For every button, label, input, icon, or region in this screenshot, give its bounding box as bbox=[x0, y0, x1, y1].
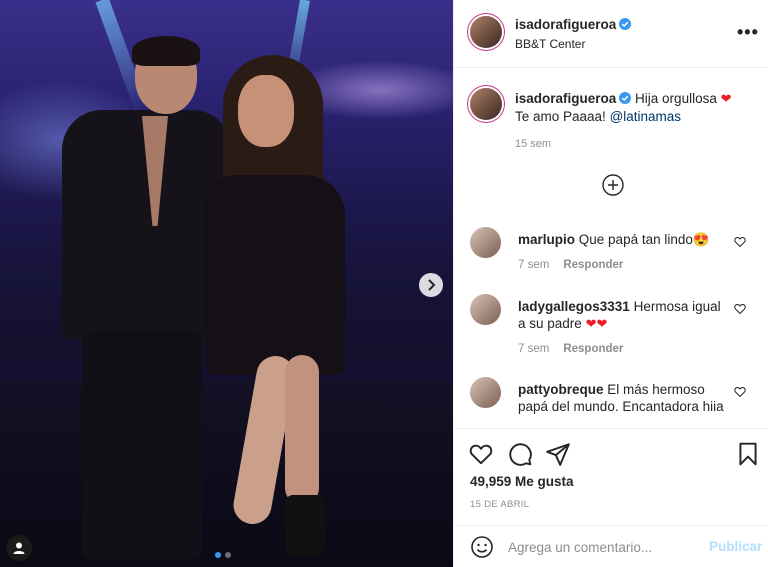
avatar[interactable] bbox=[470, 294, 501, 325]
avatar[interactable] bbox=[470, 377, 501, 408]
carousel-dots bbox=[215, 552, 231, 558]
comment-meta: 7 sem Responder bbox=[518, 259, 637, 271]
header-username[interactable]: isadorafigueroa bbox=[515, 17, 632, 32]
emoji-icon[interactable] bbox=[470, 535, 494, 559]
comment-text: marlupio Que papá tan lindo😍 bbox=[518, 231, 728, 248]
like-comment-icon[interactable] bbox=[734, 303, 746, 315]
comment-body: Que papá tan lindo bbox=[578, 232, 693, 247]
comment-username[interactable]: pattyobreque bbox=[518, 382, 604, 397]
reply-button[interactable]: Responder bbox=[563, 343, 623, 355]
caption-body: Hija orgullosa bbox=[635, 91, 717, 106]
user-tag-icon bbox=[13, 542, 25, 554]
caption-time[interactable]: 15 sem bbox=[515, 138, 551, 150]
post-date[interactable]: 15 DE ABRIL bbox=[470, 499, 529, 510]
comment-text: pattyobreque El más hermoso papá del mun… bbox=[518, 381, 728, 415]
heart-emoji: ❤ bbox=[720, 91, 732, 106]
comment-time[interactable]: 7 sem bbox=[518, 259, 549, 271]
carousel-dot bbox=[215, 552, 221, 558]
post-actions: 49,959 Me gusta 15 DE ABRIL Publicar bbox=[454, 428, 768, 567]
carousel-dot bbox=[225, 552, 231, 558]
post-header: isadorafigueroa BB&T Center ••• bbox=[454, 0, 768, 68]
likes-count[interactable]: 49,959 Me gusta bbox=[470, 474, 574, 489]
person-woman bbox=[205, 55, 345, 555]
comment-text: ladygallegos3331 Hermosa igual a su padr… bbox=[518, 298, 728, 332]
user-tag-button[interactable] bbox=[6, 535, 32, 561]
post-photo[interactable] bbox=[0, 0, 453, 567]
carousel-next-button[interactable] bbox=[419, 273, 443, 297]
verified-icon bbox=[619, 18, 632, 30]
caption-username[interactable]: isadorafigueroa bbox=[515, 91, 616, 106]
like-comment-icon[interactable] bbox=[734, 236, 746, 248]
chevron-right-icon bbox=[428, 279, 436, 291]
save-icon[interactable] bbox=[735, 441, 761, 467]
emoji: 😍 bbox=[692, 232, 710, 247]
username-text[interactable]: isadorafigueroa bbox=[515, 17, 616, 32]
share-icon[interactable] bbox=[545, 441, 571, 467]
caption-line2: Te amo Paaaa! bbox=[515, 109, 606, 124]
plus-circle-icon[interactable] bbox=[602, 174, 624, 196]
add-comment-bar: Publicar bbox=[454, 525, 768, 567]
comment-username[interactable]: ladygallegos3331 bbox=[518, 299, 630, 314]
comment-username[interactable]: marlupio bbox=[518, 232, 575, 247]
comment-meta: 7 sem Responder bbox=[518, 343, 637, 355]
comment-time[interactable]: 7 sem bbox=[518, 343, 549, 355]
comment-input[interactable] bbox=[508, 534, 698, 560]
like-comment-icon[interactable] bbox=[734, 386, 746, 398]
verified-icon bbox=[619, 92, 632, 104]
caption-text: isadorafigueroa Hija orgullosa ❤ Te amo … bbox=[515, 90, 755, 126]
reply-button[interactable]: Responder bbox=[563, 259, 623, 271]
post-sidebar: isadorafigueroa BB&T Center ••• isadoraf… bbox=[453, 0, 768, 567]
like-icon[interactable] bbox=[468, 441, 494, 467]
heart-emoji: ❤❤ bbox=[585, 316, 608, 331]
avatar[interactable] bbox=[470, 227, 501, 258]
post-comment-button[interactable]: Publicar bbox=[709, 539, 762, 554]
comment-icon[interactable] bbox=[507, 441, 533, 467]
avatar[interactable] bbox=[470, 16, 502, 48]
more-icon[interactable]: ••• bbox=[737, 22, 759, 43]
location-link[interactable]: BB&T Center bbox=[515, 37, 585, 51]
avatar[interactable] bbox=[470, 88, 502, 120]
mention-link[interactable]: @latinamas bbox=[610, 109, 681, 124]
